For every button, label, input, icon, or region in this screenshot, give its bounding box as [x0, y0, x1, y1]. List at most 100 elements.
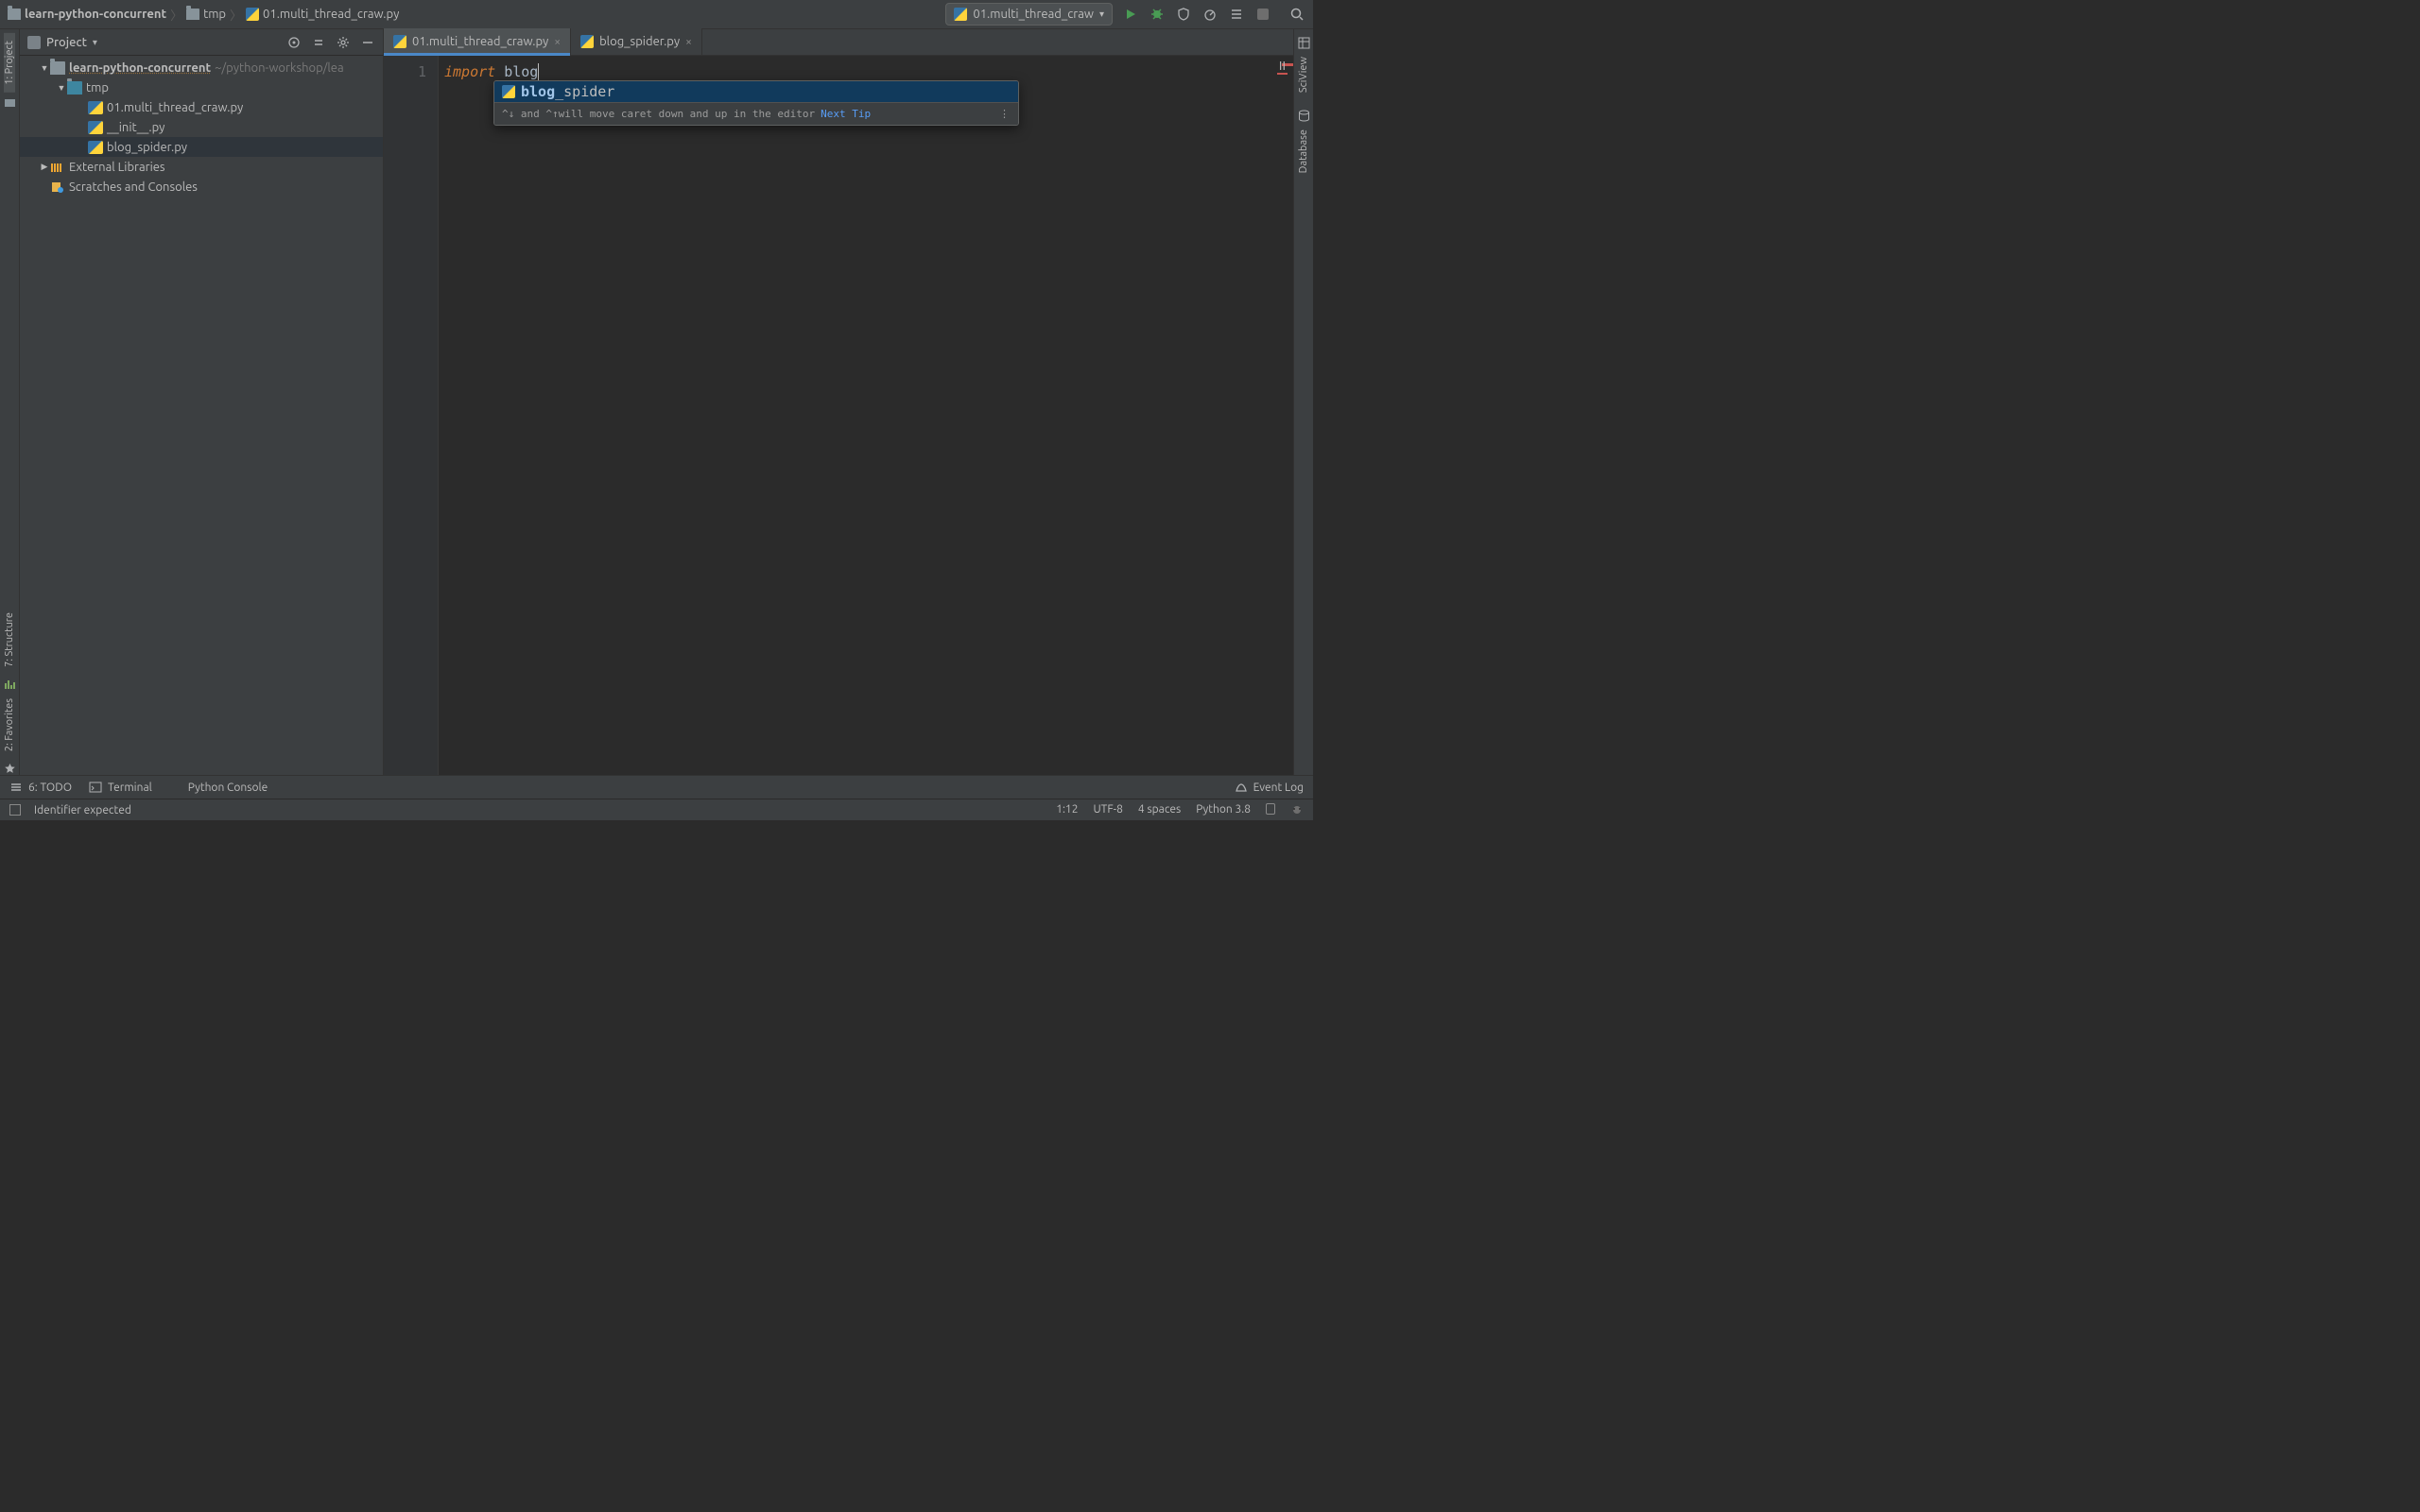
- tree-root-path: ~/python-workshop/lea: [215, 61, 344, 75]
- attach-button[interactable]: [1228, 6, 1245, 23]
- tree-extlib-label: External Libraries: [69, 161, 165, 174]
- caret: [538, 63, 539, 80]
- settings-button[interactable]: [336, 35, 351, 50]
- breadcrumb-dir-label: tmp: [203, 8, 226, 21]
- toolwindow-terminal-button[interactable]: Terminal: [89, 781, 152, 794]
- chevron-down-icon: ▾: [1099, 9, 1104, 20]
- toolwindow-sciview-button[interactable]: SciView: [1298, 49, 1309, 100]
- python-interpreter[interactable]: Python 3.8: [1196, 803, 1251, 816]
- toolwindow-structure-button[interactable]: 7: Structure: [4, 605, 15, 675]
- python-file-icon: [393, 35, 406, 48]
- folder-icon: [8, 9, 21, 20]
- editor-tab-label: 01.multi_thread_craw.py: [412, 35, 548, 48]
- editor-tab[interactable]: blog_spider.py ×: [571, 28, 702, 55]
- todo-label: 6: TODO: [28, 782, 72, 794]
- breadcrumb-file[interactable]: 01.multi_thread_craw.py: [246, 8, 399, 21]
- right-toolwindow-stripe: SciView Database: [1293, 29, 1313, 775]
- tree-file[interactable]: 01.multi_thread_craw.py: [20, 97, 383, 117]
- completion-item[interactable]: blog_spider: [494, 81, 1018, 102]
- code-content[interactable]: import blog blog_spider ^↓ and ^↑ will m…: [439, 56, 1282, 775]
- project-title: Project: [46, 36, 87, 49]
- tree-dir-label: tmp: [86, 81, 109, 94]
- breadcrumb-root-label: learn-python-concurrent: [25, 8, 166, 21]
- expand-arrow-icon[interactable]: ▼: [56, 83, 67, 93]
- ide-fatal-icon[interactable]: [1290, 803, 1304, 816]
- toolwindow-project-button[interactable]: 1: Project: [4, 33, 15, 93]
- expand-all-button[interactable]: [311, 35, 326, 50]
- tree-root[interactable]: ▼ learn-python-concurrent ~/python-works…: [20, 58, 383, 77]
- python-console-icon: [169, 781, 182, 794]
- editor-tab[interactable]: 01.multi_thread_craw.py ×: [384, 28, 571, 55]
- structure-icon: [4, 679, 16, 691]
- toolwindow-favorites-button[interactable]: 2: Favorites: [4, 691, 15, 759]
- tree-external-libraries[interactable]: ▶ External Libraries: [20, 157, 383, 177]
- terminal-icon: [89, 781, 102, 794]
- expand-arrow-icon[interactable]: ▼: [39, 63, 50, 73]
- sciview-icon: [1298, 37, 1310, 49]
- database-icon: [1298, 110, 1310, 122]
- run-toolbar: [1122, 6, 1305, 23]
- code-editor[interactable]: 1 import blog blog_spider ^↓ and ^↑ will…: [384, 56, 1293, 775]
- debug-button[interactable]: [1149, 6, 1166, 23]
- python-file-icon: [88, 141, 103, 154]
- close-icon[interactable]: ×: [685, 36, 692, 48]
- toolwindow-todo-button[interactable]: 6: TODO: [9, 781, 72, 794]
- breadcrumb: learn-python-concurrent 〉 tmp 〉 01.multi…: [8, 6, 945, 24]
- expand-arrow-icon[interactable]: ▶: [39, 162, 50, 172]
- tree-root-label: learn-python-concurrent: [69, 61, 211, 75]
- inspection-indicator-icon[interactable]: ⅠⅠ: [1277, 60, 1288, 75]
- select-opened-file-button[interactable]: [286, 35, 302, 50]
- completion-match: blog: [521, 83, 555, 100]
- error-stripe[interactable]: ⅠⅠ: [1282, 56, 1293, 775]
- event-log-button[interactable]: Event Log: [1235, 781, 1304, 794]
- toolwindows-toggle-icon[interactable]: [9, 804, 21, 816]
- breadcrumb-root[interactable]: learn-python-concurrent: [8, 8, 166, 21]
- caret-position[interactable]: 1:12: [1056, 803, 1078, 816]
- tree-dir-tmp[interactable]: ▼ tmp: [20, 77, 383, 97]
- run-configuration-dropdown[interactable]: 01.multi_thread_craw ▾: [945, 3, 1113, 26]
- tree-scratches[interactable]: Scratches and Consoles: [20, 177, 383, 197]
- line-gutter: 1: [384, 56, 439, 775]
- chevron-down-icon[interactable]: ▾: [93, 37, 97, 48]
- chevron-right-icon: 〉: [170, 6, 182, 24]
- run-button[interactable]: [1122, 6, 1139, 23]
- toolwindow-python-console-button[interactable]: Python Console: [169, 781, 268, 794]
- tree-file[interactable]: __init__.py: [20, 117, 383, 137]
- navigation-bar: learn-python-concurrent 〉 tmp 〉 01.multi…: [0, 0, 1313, 29]
- hide-button[interactable]: [360, 35, 375, 50]
- tree-file[interactable]: blog_spider.py: [20, 137, 383, 157]
- status-message: Identifier expected: [34, 804, 131, 816]
- next-tip-link[interactable]: Next Tip: [821, 108, 871, 120]
- completion-tip: ^↓ and ^↑ will move caret down and up in…: [494, 102, 1018, 125]
- pyconsole-label: Python Console: [188, 782, 268, 794]
- folder-icon: [186, 9, 199, 20]
- folder-icon: [67, 81, 82, 94]
- editor-area: 01.multi_thread_craw.py × blog_spider.py…: [384, 29, 1293, 775]
- status-bar: Identifier expected 1:12 UTF-8 4 spaces …: [0, 799, 1313, 820]
- profile-button[interactable]: [1201, 6, 1219, 23]
- editor-tabs: 01.multi_thread_craw.py × blog_spider.py…: [384, 29, 1293, 56]
- python-file-icon: [502, 85, 515, 98]
- breadcrumb-dir[interactable]: tmp: [186, 8, 226, 21]
- toolwindow-database-button[interactable]: Database: [1298, 122, 1309, 180]
- close-icon[interactable]: ×: [554, 36, 561, 48]
- library-icon: [50, 161, 65, 174]
- search-everywhere-button[interactable]: [1288, 6, 1305, 23]
- folder-icon: [4, 96, 16, 109]
- file-encoding[interactable]: UTF-8: [1093, 803, 1122, 816]
- readonly-lock-icon[interactable]: [1266, 803, 1275, 815]
- python-file-icon: [88, 121, 103, 134]
- code-completion-popup[interactable]: blog_spider ^↓ and ^↑ will move caret do…: [493, 80, 1019, 126]
- python-file-icon: [246, 8, 259, 21]
- python-file-icon: [88, 101, 103, 114]
- chevron-right-icon: 〉: [230, 6, 242, 24]
- tree-scratch-label: Scratches and Consoles: [69, 180, 198, 194]
- terminal-label: Terminal: [108, 782, 152, 794]
- stop-button[interactable]: [1254, 6, 1271, 23]
- run-with-coverage-button[interactable]: [1175, 6, 1192, 23]
- project-tree[interactable]: ▼ learn-python-concurrent ~/python-works…: [20, 56, 383, 775]
- star-icon: [4, 763, 16, 775]
- indent-setting[interactable]: 4 spaces: [1138, 803, 1181, 816]
- more-icon[interactable]: ⋮: [999, 108, 1011, 120]
- scratch-icon: [50, 180, 65, 194]
